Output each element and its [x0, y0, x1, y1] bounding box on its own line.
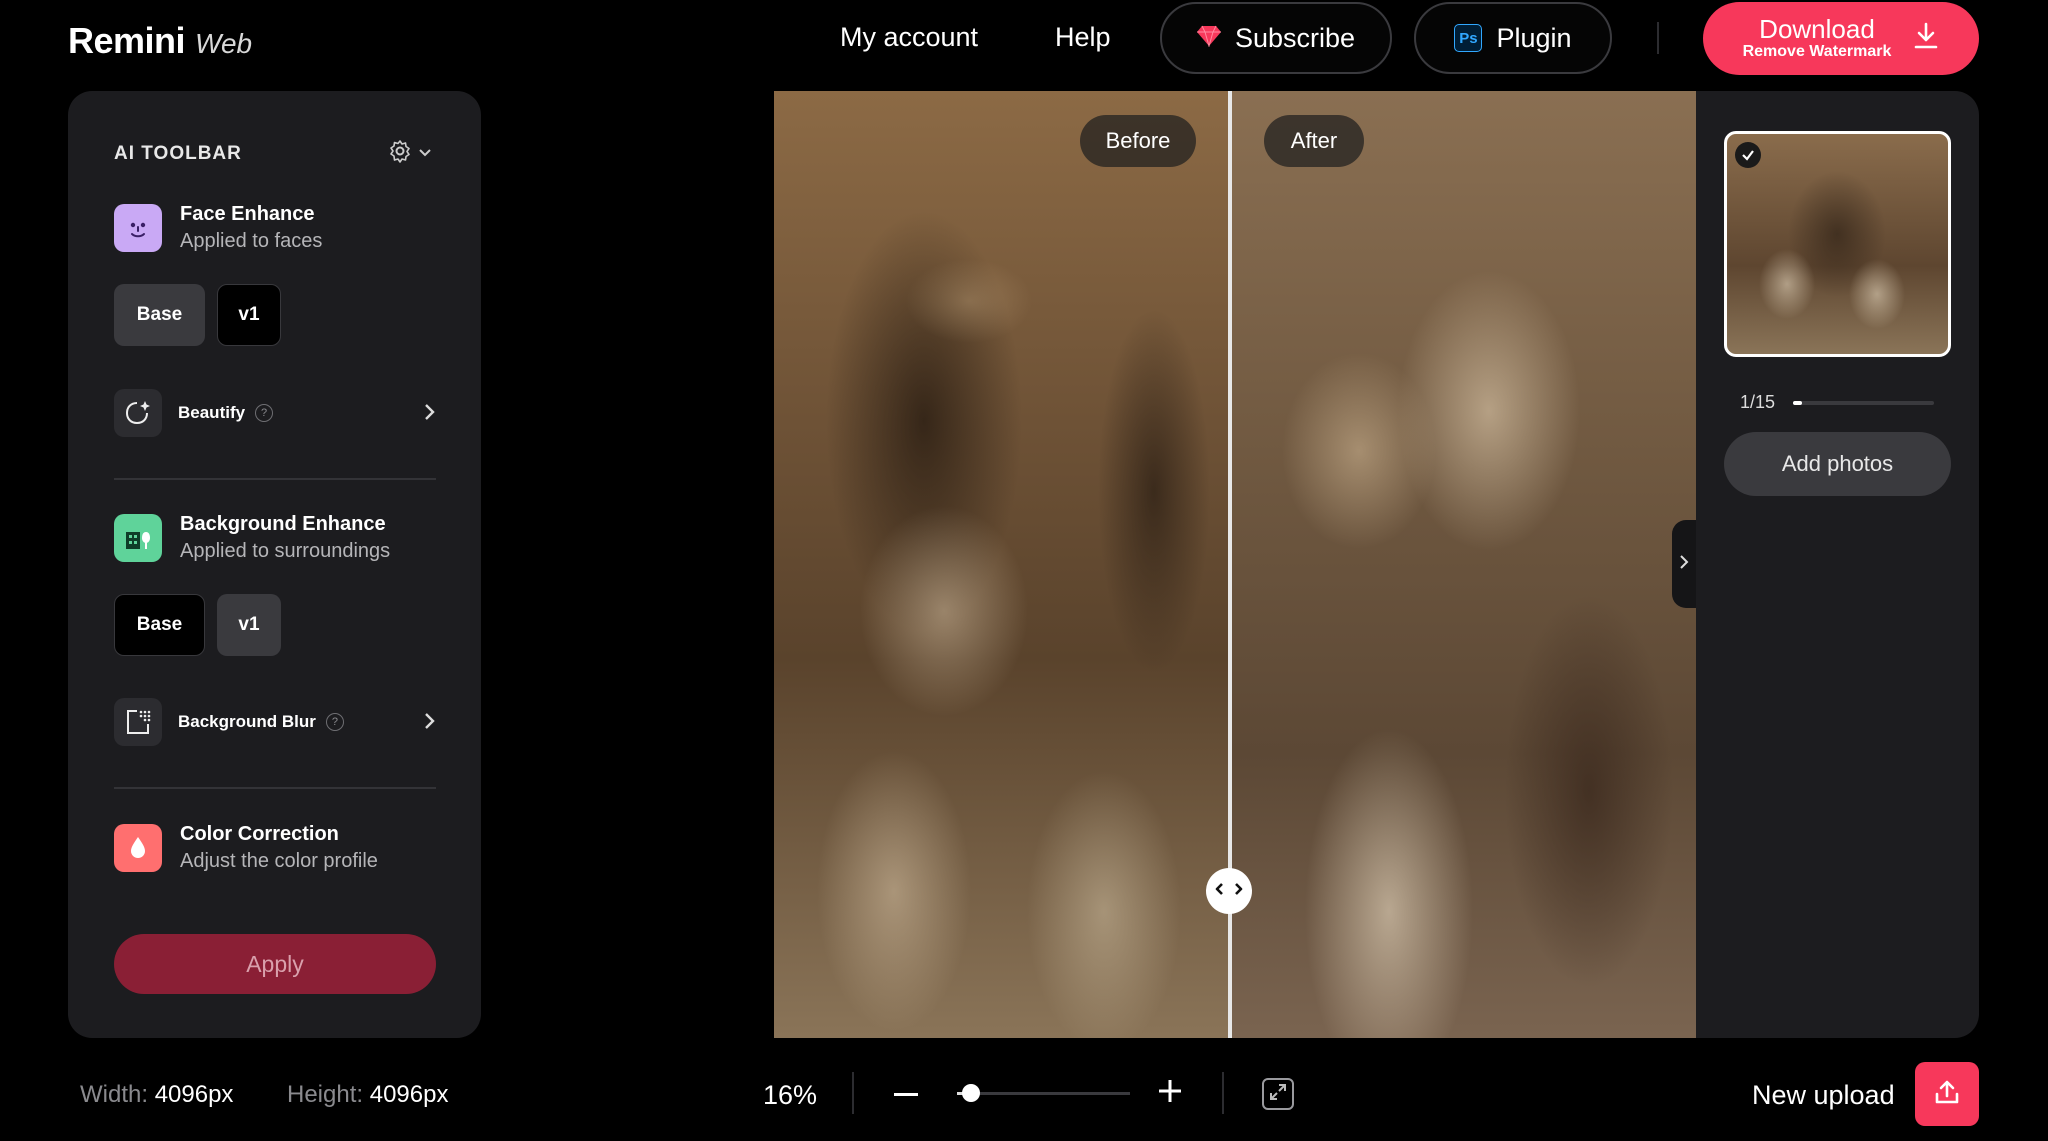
drag-arrows-icon — [1215, 882, 1243, 901]
color-correction-desc: Adjust the color profile — [180, 850, 378, 872]
download-label: Download — [1759, 14, 1875, 45]
expand-icon — [1269, 1083, 1287, 1106]
minus-icon — [894, 1084, 918, 1102]
zoom-level: 16% — [763, 1080, 818, 1110]
toolbar-separator — [1222, 1072, 1224, 1114]
width-key: Width: — [80, 1081, 149, 1108]
gem-icon — [1196, 23, 1221, 54]
subscribe-button[interactable]: Subscribe — [1160, 2, 1392, 74]
chevron-down-icon — [418, 145, 432, 163]
add-photos-button[interactable]: Add photos — [1724, 432, 1951, 496]
face-enhance-feature[interactable]: Face Enhance Applied to faces — [114, 203, 322, 253]
blur-icon — [114, 698, 162, 746]
zoom-slider[interactable] — [957, 1092, 1130, 1095]
color-correction-feature[interactable]: Color Correction Adjust the color profil… — [114, 823, 378, 873]
chevron-right-icon — [424, 711, 436, 736]
help-link[interactable]: Help — [1055, 22, 1111, 53]
zoom-in-button[interactable] — [1152, 1075, 1188, 1111]
before-label: Before — [1080, 115, 1196, 167]
new-upload-label[interactable]: New upload — [1752, 1080, 1895, 1111]
color-correction-name: Color Correction — [180, 823, 339, 845]
toolbar-settings-button[interactable] — [388, 139, 432, 168]
fit-screen-button[interactable] — [1262, 1078, 1294, 1110]
photo-progress-bar — [1793, 401, 1934, 405]
background-v1-option[interactable]: v1 — [217, 594, 281, 656]
section-divider — [114, 787, 436, 789]
background-enhance-feature[interactable]: Background Enhance Applied to surroundin… — [114, 513, 390, 563]
brand-suffix: Web — [195, 28, 253, 59]
my-account-link[interactable]: My account — [840, 22, 978, 53]
before-after-comparison[interactable]: Before After — [774, 91, 1696, 1038]
ai-toolbar-panel: AI TOOLBAR Face Enhance Applied to faces… — [68, 91, 481, 1038]
face-v1-option[interactable]: v1 — [217, 284, 281, 346]
chevron-right-icon — [1679, 554, 1689, 575]
help-icon[interactable]: ? — [255, 404, 274, 422]
checkmark-icon — [1735, 142, 1761, 168]
height-readout: Height: 4096px — [287, 1081, 448, 1109]
comparison-handle[interactable] — [1206, 868, 1252, 914]
section-divider — [114, 478, 436, 480]
photo-thumbnail[interactable] — [1724, 131, 1951, 357]
face-base-option[interactable]: Base — [114, 284, 205, 346]
upload-icon — [1934, 1079, 1960, 1110]
background-enhance-name: Background Enhance — [180, 513, 386, 535]
photoshop-icon: Ps — [1454, 24, 1483, 52]
subscribe-label: Subscribe — [1234, 22, 1356, 53]
help-icon[interactable]: ? — [325, 713, 344, 731]
plugin-label: Plugin — [1496, 22, 1572, 53]
after-image — [1229, 91, 1696, 1038]
brand-name: Remini — [68, 20, 186, 61]
droplet-icon — [114, 824, 162, 872]
collapse-gallery-button[interactable] — [1672, 520, 1696, 608]
apply-button[interactable]: Apply — [114, 934, 436, 994]
face-enhance-name: Face Enhance — [180, 203, 315, 225]
width-readout: Width: 4096px — [80, 1081, 233, 1109]
face-enhance-desc: Applied to faces — [180, 230, 323, 252]
width-value: 4096px — [154, 1081, 234, 1108]
toolbar-title: AI TOOLBAR — [114, 143, 242, 164]
zoom-slider-knob[interactable] — [961, 1084, 980, 1102]
toolbar-separator — [852, 1072, 854, 1114]
new-upload-button[interactable] — [1915, 1062, 1979, 1126]
plugin-button[interactable]: Ps Plugin — [1414, 2, 1612, 74]
after-label: After — [1264, 115, 1364, 167]
plus-icon — [1158, 1079, 1182, 1108]
beautify-icon — [114, 389, 162, 437]
beautify-label: Beautify — [178, 403, 246, 422]
gear-icon — [388, 139, 412, 168]
photo-counter: 1/15 — [1740, 392, 1776, 412]
background-blur-label: Background Blur — [178, 712, 316, 731]
download-button[interactable]: Download Remove Watermark — [1703, 2, 1979, 75]
remove-watermark-label: Remove Watermark — [1742, 42, 1892, 60]
building-icon — [114, 514, 162, 562]
before-image — [774, 91, 1229, 1038]
chevron-right-icon — [424, 402, 436, 427]
photo-progress-fill — [1793, 401, 1803, 405]
beautify-row[interactable]: Beautify ? — [114, 388, 436, 438]
height-key: Height: — [287, 1081, 364, 1108]
background-blur-row[interactable]: Background Blur ? — [114, 697, 436, 747]
height-value: 4096px — [369, 1081, 449, 1108]
download-icon — [1913, 22, 1939, 55]
zoom-out-button[interactable] — [888, 1075, 924, 1111]
face-icon — [114, 204, 162, 252]
background-base-option[interactable]: Base — [114, 594, 205, 656]
app-logo[interactable]: Remini Web — [68, 20, 252, 62]
header-divider — [1657, 22, 1659, 54]
background-enhance-desc: Applied to surroundings — [180, 540, 391, 562]
